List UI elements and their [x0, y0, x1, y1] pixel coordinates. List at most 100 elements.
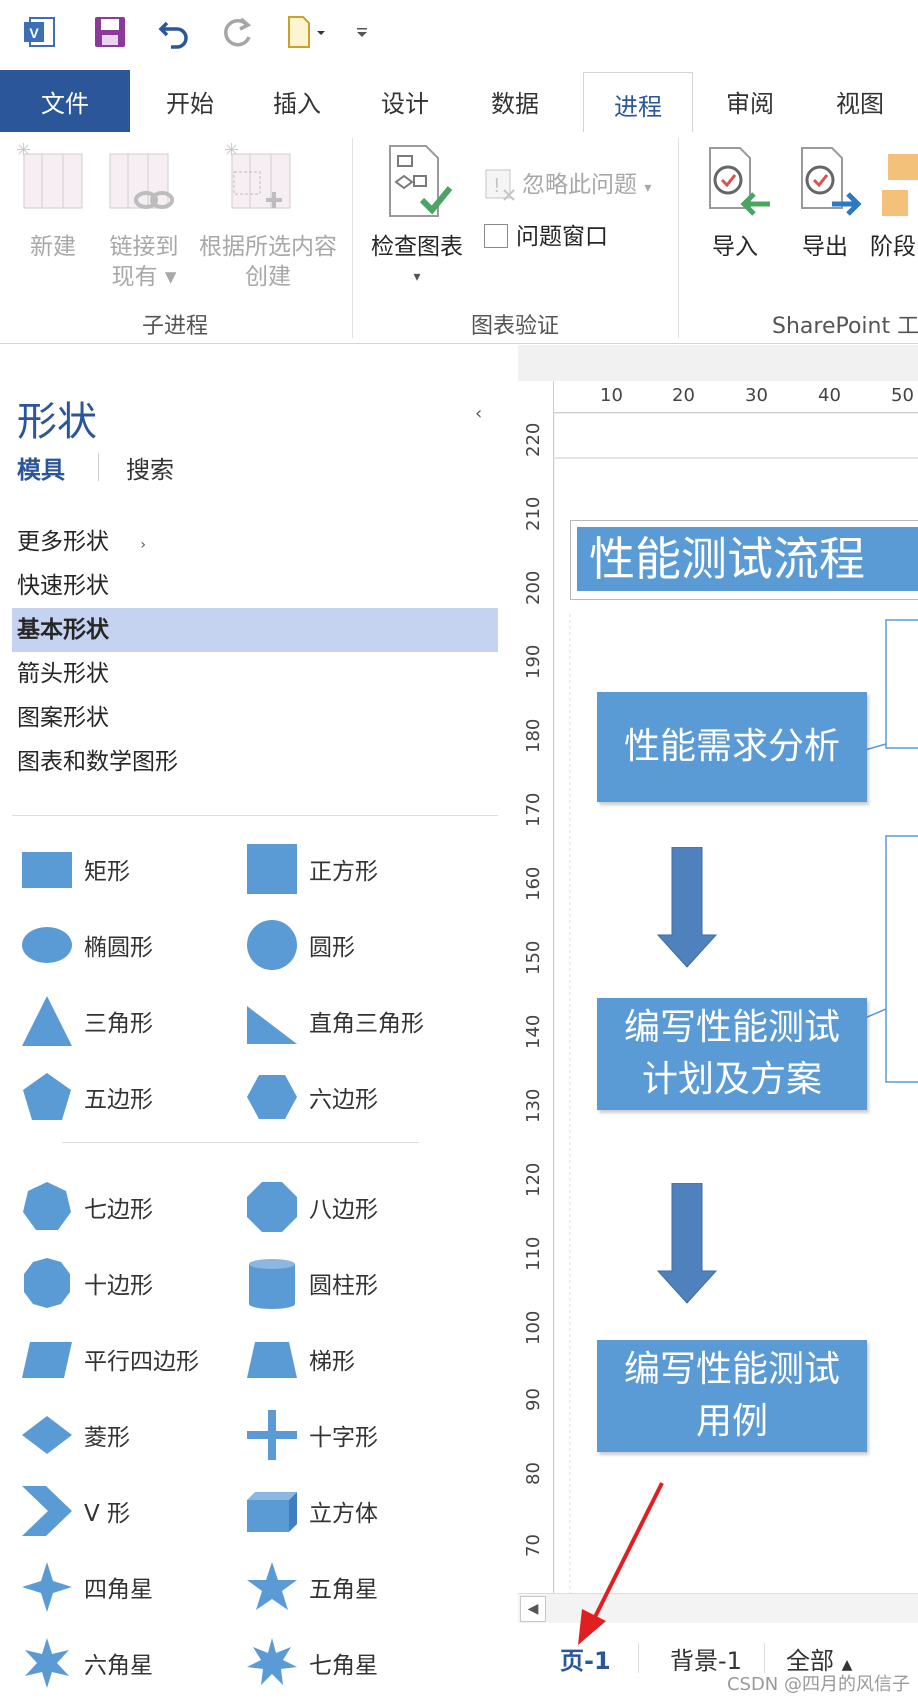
shape-cube[interactable]: 立方体 [245, 1481, 465, 1541]
cube-icon [247, 1492, 297, 1532]
drawing-canvas-area: 10 20 30 40 50 220 210 200 190 180 170 1… [518, 345, 918, 1700]
cross-icon [247, 1410, 297, 1460]
check-diagram-button[interactable]: 检查图表 ▾ [362, 232, 472, 292]
menu-basic-shapes[interactable]: 基本形状 [12, 608, 498, 652]
new-subprocess-button[interactable]: 新建 [18, 232, 88, 262]
four-point-star-icon [22, 1562, 72, 1612]
shape-octagon[interactable]: 八边形 [245, 1177, 465, 1237]
parallelogram-icon [22, 1342, 72, 1378]
menu-graph-math-shapes[interactable]: 图表和数学图形 [12, 740, 498, 784]
export-button[interactable]: 导出 [790, 232, 860, 262]
quick-access-toolbar: V [0, 0, 918, 70]
tab-view[interactable]: 视图 [815, 70, 905, 132]
flow-box-requirements[interactable]: 性能需求分析 [597, 692, 867, 802]
link-to-existing-button[interactable]: 链接到 现有 ▾ [104, 232, 184, 292]
undo-icon[interactable] [152, 10, 196, 54]
shape-7-point-star[interactable]: 七角星 [245, 1633, 465, 1693]
redo-icon[interactable] [216, 10, 260, 54]
issues-window-checkbox[interactable] [484, 224, 508, 248]
down-arrow-icon[interactable] [656, 847, 718, 969]
new-document-icon[interactable] [283, 10, 333, 54]
shape-label: 圆形 [309, 935, 355, 961]
menu-more-shapes[interactable]: 更多形状 › [12, 520, 498, 564]
watermark-text: CSDN @四月的风信子 [726, 1674, 910, 1695]
shape-trapezoid[interactable]: 梯形 [245, 1329, 465, 1389]
ruler-label: 110 [523, 1236, 544, 1271]
tab-file[interactable]: 文件 [0, 70, 130, 132]
page-tab-divider [764, 1643, 765, 1673]
visio-logo-icon: V [18, 10, 62, 54]
hexagon-icon [247, 1075, 297, 1119]
scroll-left-icon[interactable]: ◀ [520, 1596, 546, 1622]
shape-right-triangle[interactable]: 直角三角形 [245, 991, 465, 1051]
shape-pentagon[interactable]: 五边形 [20, 1067, 240, 1127]
tab-search[interactable]: 搜索 [126, 450, 174, 485]
flow-box-line2: 计划及方案 [641, 1059, 822, 1100]
ruler-label: 170 [523, 792, 544, 827]
shape-5-point-star[interactable]: 五角星 [245, 1557, 465, 1617]
flow-title-shape[interactable]: 性能测试流程 [570, 520, 918, 600]
shape-parallelogram[interactable]: 平行四边形 [20, 1329, 240, 1389]
shape-circle[interactable]: 圆形 [245, 915, 465, 975]
svg-text:V: V [29, 25, 39, 41]
shape-rectangle[interactable]: 矩形 [20, 839, 240, 899]
shape-label: 十边形 [84, 1273, 153, 1299]
shape-diamond[interactable]: 菱形 [20, 1405, 240, 1465]
validation-group-label: 图表验证 [470, 314, 559, 339]
down-arrow-icon[interactable] [656, 1183, 718, 1305]
import-button[interactable]: 导入 [700, 232, 770, 262]
ruler-label: 200 [523, 570, 544, 605]
menu-arrow-shapes[interactable]: 箭头形状 [12, 652, 498, 696]
shape-hexagon[interactable]: 六边形 [245, 1067, 465, 1127]
tab-insert[interactable]: 插入 [252, 70, 342, 132]
tab-stencils[interactable]: 模具 [17, 450, 65, 485]
tab-review[interactable]: 审阅 [705, 70, 795, 132]
pentagon-icon [23, 1073, 71, 1120]
shape-label: 梯形 [309, 1349, 355, 1375]
ribbon-tabs: 文件 开始 插入 设计 数据 进程 审阅 视图 [0, 70, 918, 202]
shape-label: 三角形 [84, 1011, 153, 1037]
menu-pattern-shapes[interactable]: 图案形状 [12, 696, 498, 740]
ignore-issue-icon: ! [484, 168, 518, 206]
ruler-label: 30 [745, 385, 768, 406]
shape-4-point-star[interactable]: 四角星 [20, 1557, 240, 1617]
shape-triangle[interactable]: 三角形 [20, 991, 240, 1051]
ignore-issue-button[interactable]: 忽略此问题 ▾ [522, 170, 672, 203]
tab-process[interactable]: 进程 [583, 72, 693, 136]
shape-decagon[interactable]: 十边形 [20, 1253, 240, 1313]
phase-button[interactable]: 阶段 [870, 232, 918, 262]
shape-label: 菱形 [84, 1425, 130, 1451]
flow-box-test-cases[interactable]: 编写性能测试 用例 [597, 1340, 867, 1452]
shape-cross[interactable]: 十字形 [245, 1405, 465, 1465]
trapezoid-icon [247, 1342, 297, 1378]
shapes-panel-title: 形状 [17, 399, 97, 445]
ruler-label: 150 [523, 940, 544, 975]
flow-box-test-plan[interactable]: 编写性能测试 计划及方案 [597, 998, 867, 1110]
shape-6-point-star[interactable]: 六角星 [20, 1633, 240, 1693]
shape-label: 四角星 [84, 1577, 153, 1603]
create-from-selection-button[interactable]: 根据所选内容 创建 [193, 232, 343, 292]
svg-text:!: ! [494, 175, 500, 197]
shape-label: V 形 [84, 1501, 131, 1527]
ruler-label: 190 [523, 644, 544, 679]
flow-box-line2: 用例 [695, 1401, 768, 1442]
shape-heptagon[interactable]: 七边形 [20, 1177, 240, 1237]
tab-data[interactable]: 数据 [470, 70, 560, 132]
decagon-icon [24, 1258, 70, 1308]
shape-cylinder[interactable]: 圆柱形 [245, 1253, 465, 1313]
customize-toolbar-icon[interactable] [352, 10, 372, 54]
tab-design[interactable]: 设计 [360, 70, 450, 132]
shape-label: 直角三角形 [309, 1011, 424, 1037]
octagon-icon [247, 1182, 297, 1232]
shape-square[interactable]: 正方形 [245, 839, 465, 899]
export-icon [796, 146, 866, 226]
ruler-corner [518, 381, 554, 413]
shape-chevron[interactable]: V 形 [20, 1481, 240, 1541]
save-icon[interactable] [88, 10, 132, 54]
tab-home[interactable]: 开始 [145, 70, 235, 132]
circle-icon [247, 920, 297, 970]
menu-quick-shapes[interactable]: 快速形状 [12, 564, 498, 608]
collapse-panel-icon[interactable]: ‹ [475, 403, 482, 424]
link-label-line2: 现有 ▾ [111, 264, 177, 290]
shape-ellipse[interactable]: 椭圆形 [20, 915, 240, 975]
